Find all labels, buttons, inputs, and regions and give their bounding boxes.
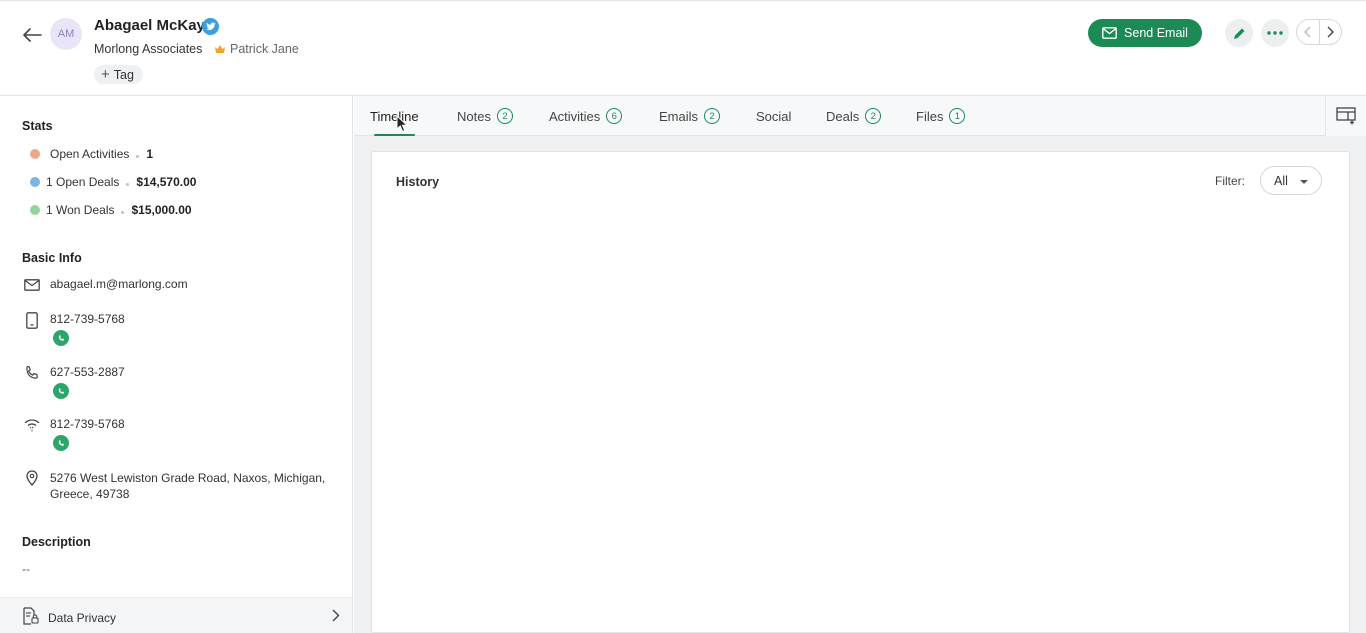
tab-social[interactable]: Social [756, 96, 791, 136]
contact-name: Abagael McKay [94, 17, 205, 34]
record-tabs: Timeline Notes 2 Activities 6 Emails 2 S… [354, 96, 1366, 136]
arrow-left-icon [23, 28, 42, 42]
mobile-number[interactable]: 812-739-5768 [50, 312, 125, 326]
record-navigation [1296, 19, 1342, 45]
count-badge: 2 [865, 108, 882, 124]
filter-dropdown[interactable]: All [1260, 166, 1322, 195]
stats-title: Stats [22, 119, 53, 133]
company-link[interactable]: Morlong Associates [94, 42, 202, 56]
mobile-phone-icon [22, 310, 42, 330]
mouse-cursor-icon [396, 115, 409, 133]
stat-value: $14,570.00 [136, 175, 197, 189]
owner[interactable]: Patrick Jane [214, 42, 299, 56]
tab-label: Deals [826, 108, 860, 124]
avatar[interactable]: AM [50, 18, 82, 50]
chevron-right-icon [1327, 26, 1334, 38]
chevron-left-icon [1304, 26, 1311, 38]
document-lock-icon [21, 607, 39, 628]
other-phone-number[interactable]: 812-739-5768 [50, 417, 125, 431]
stat-value: 1 [146, 147, 154, 161]
address-text[interactable]: 5276 West Lewiston Grade Road, Naxos, Mi… [50, 470, 340, 502]
history-card: History Filter: All [371, 151, 1350, 633]
details-panel: Stats Open Activities 1 1 Open Deals $14… [0, 96, 353, 633]
layout-panel-icon [1336, 107, 1356, 125]
basic-info-title: Basic Info [22, 251, 82, 265]
count-badge: 2 [496, 108, 513, 124]
tab-timeline[interactable]: Timeline [370, 96, 419, 136]
whatsapp-icon[interactable] [53, 383, 69, 399]
stat-label: 1 Won Deals [46, 203, 115, 217]
owner-name: Patrick Jane [230, 42, 299, 56]
tab-notes[interactable]: Notes 2 [457, 96, 513, 136]
tab-label: Social [756, 108, 792, 124]
status-dot [30, 177, 40, 187]
stat-label: Open Activities [50, 147, 130, 161]
tab-activities[interactable]: Activities 6 [549, 96, 623, 136]
tab-label: Notes [457, 108, 491, 124]
add-tag-button[interactable]: + Tag [94, 65, 143, 84]
stat-label: 1 Open Deals [46, 175, 120, 189]
count-badge: 2 [704, 108, 721, 124]
more-horizontal-icon [1267, 31, 1283, 35]
previous-record-button[interactable] [1297, 20, 1320, 44]
tab-label: Files [916, 108, 944, 124]
stat-value: $15,000.00 [131, 203, 192, 217]
tab-label: Emails [659, 108, 699, 124]
count-badge: 6 [606, 108, 623, 124]
customize-layout-button[interactable] [1325, 96, 1366, 136]
pencil-icon [1233, 28, 1244, 39]
description-value: -- [22, 562, 30, 576]
history-title: History [396, 175, 440, 189]
edit-button[interactable] [1225, 19, 1253, 47]
more-options-button[interactable] [1261, 19, 1289, 47]
mail-icon [1102, 27, 1117, 39]
phone-icon [22, 363, 42, 383]
data-privacy-label: Data Privacy [48, 611, 117, 625]
filter-label: Filter: [1215, 174, 1245, 188]
back-button[interactable] [20, 23, 44, 47]
send-email-label: Send Email [1124, 26, 1188, 40]
status-dot [30, 149, 40, 159]
mail-icon [22, 275, 42, 295]
filter-value: All [1274, 173, 1288, 188]
data-privacy-row[interactable]: Data Privacy [0, 597, 352, 633]
count-badge: 1 [949, 108, 966, 124]
tab-label: Activities [549, 108, 601, 124]
tag-label: Tag [113, 67, 134, 82]
stat-open-deals[interactable]: 1 Open Deals $14,570.00 [30, 175, 196, 189]
contact-header: AM Abagael McKay Morlong Associates Patr… [0, 0, 1366, 96]
whatsapp-icon[interactable] [53, 330, 69, 346]
whatsapp-icon[interactable] [53, 435, 69, 451]
location-pin-icon [22, 468, 42, 488]
wireless-phone-icon [22, 415, 42, 435]
tab-files[interactable]: Files 1 [916, 96, 966, 136]
stat-open-activities[interactable]: Open Activities 1 [30, 147, 153, 161]
next-record-button[interactable] [1320, 20, 1342, 44]
description-title: Description [22, 535, 91, 549]
email-link[interactable]: abagael.m@marlong.com [50, 277, 188, 291]
tab-label: Timeline [370, 108, 419, 124]
send-email-button[interactable]: Send Email [1088, 19, 1202, 47]
status-dot [30, 205, 40, 215]
phone-number[interactable]: 627-553-2887 [50, 365, 125, 379]
tab-deals[interactable]: Deals 2 [826, 96, 882, 136]
twitter-icon[interactable] [202, 18, 219, 35]
plus-icon: + [101, 66, 110, 83]
caret-down-icon [1300, 180, 1308, 184]
stat-won-deals[interactable]: 1 Won Deals $15,000.00 [30, 203, 192, 217]
tab-emails[interactable]: Emails 2 [659, 96, 721, 136]
crown-icon [215, 45, 225, 53]
chevron-right-icon [332, 609, 340, 625]
